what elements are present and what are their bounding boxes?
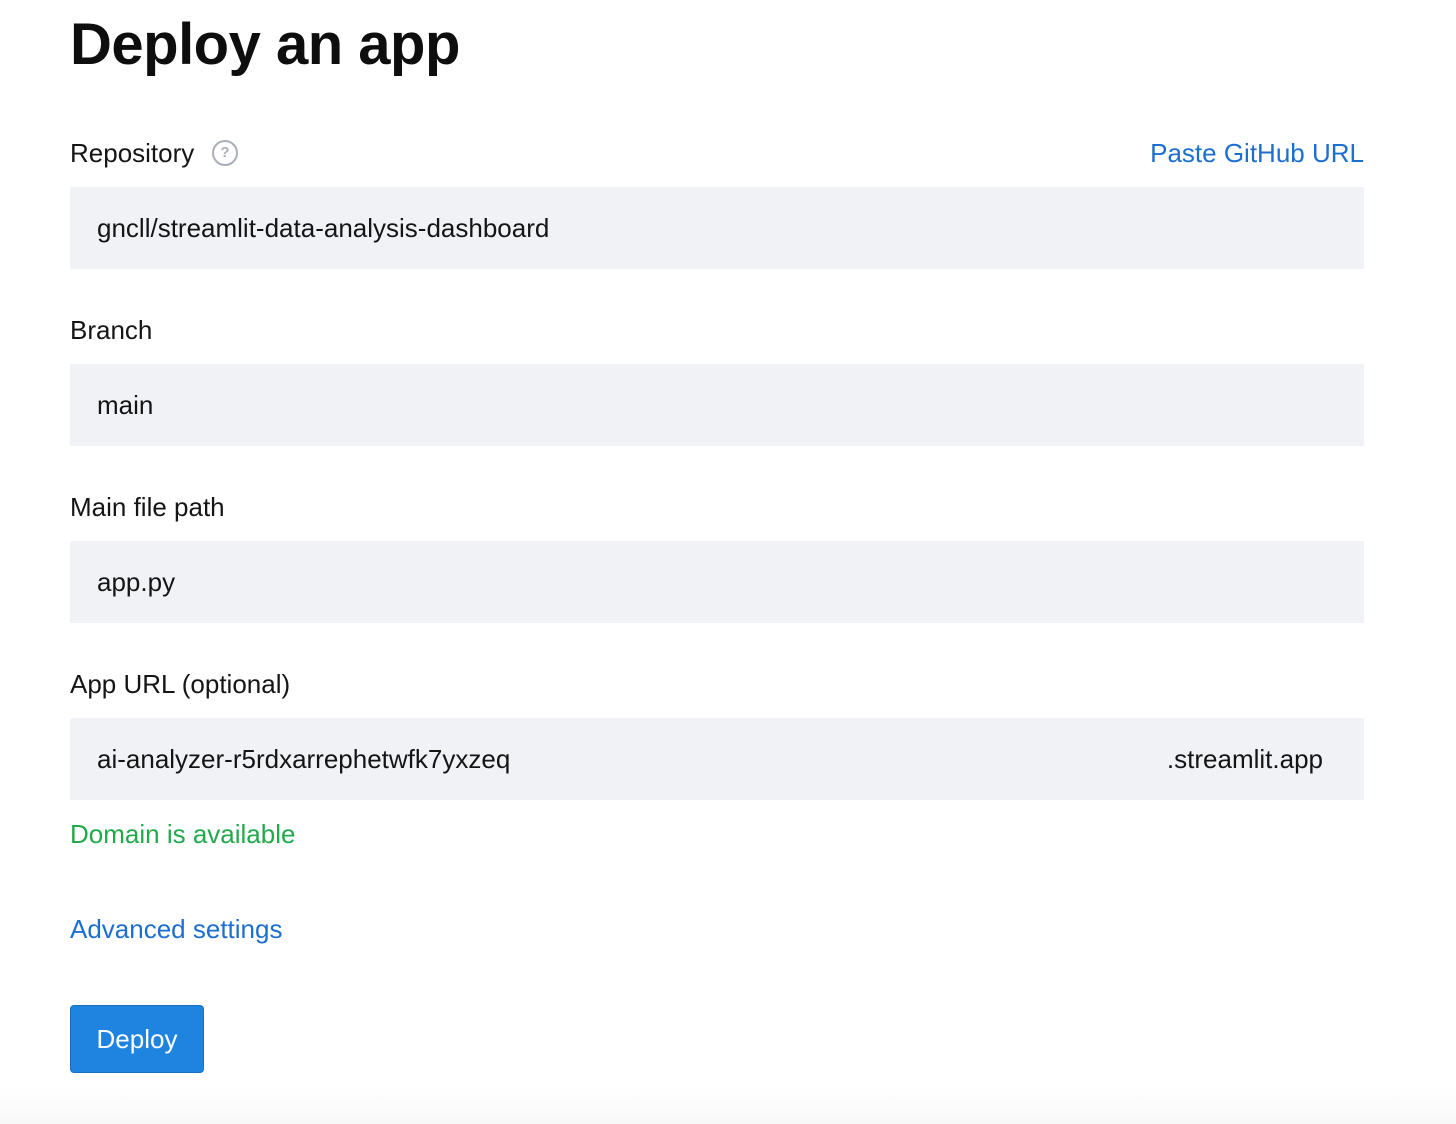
question-circle-icon[interactable]: ? (212, 140, 238, 166)
main-file-path-label: Main file path (70, 492, 225, 522)
deploy-button[interactable]: Deploy (70, 1005, 204, 1073)
bottom-fade (0, 1086, 1456, 1124)
app-url-input[interactable] (97, 718, 1097, 800)
main-file-path-field (70, 541, 1364, 623)
app-url-label: App URL (optional) (70, 669, 291, 699)
page-title: Deploy an app (70, 12, 460, 77)
repository-label: Repository (70, 138, 195, 168)
branch-field (70, 364, 1364, 446)
advanced-settings-link[interactable]: Advanced settings (70, 912, 282, 946)
repository-label-row: Repository ? Paste GitHub URL (70, 136, 1364, 170)
paste-github-url-link[interactable]: Paste GitHub URL (1150, 136, 1364, 170)
branch-input[interactable] (97, 364, 1097, 446)
main-file-path-input[interactable] (97, 541, 1097, 623)
branch-label: Branch (70, 315, 153, 345)
app-url-field: .streamlit.app (70, 718, 1364, 800)
app-url-suffix: .streamlit.app (1166, 744, 1323, 774)
repository-field (70, 187, 1364, 269)
domain-status-text: Domain is available (70, 819, 296, 849)
repository-input[interactable] (97, 187, 1097, 269)
